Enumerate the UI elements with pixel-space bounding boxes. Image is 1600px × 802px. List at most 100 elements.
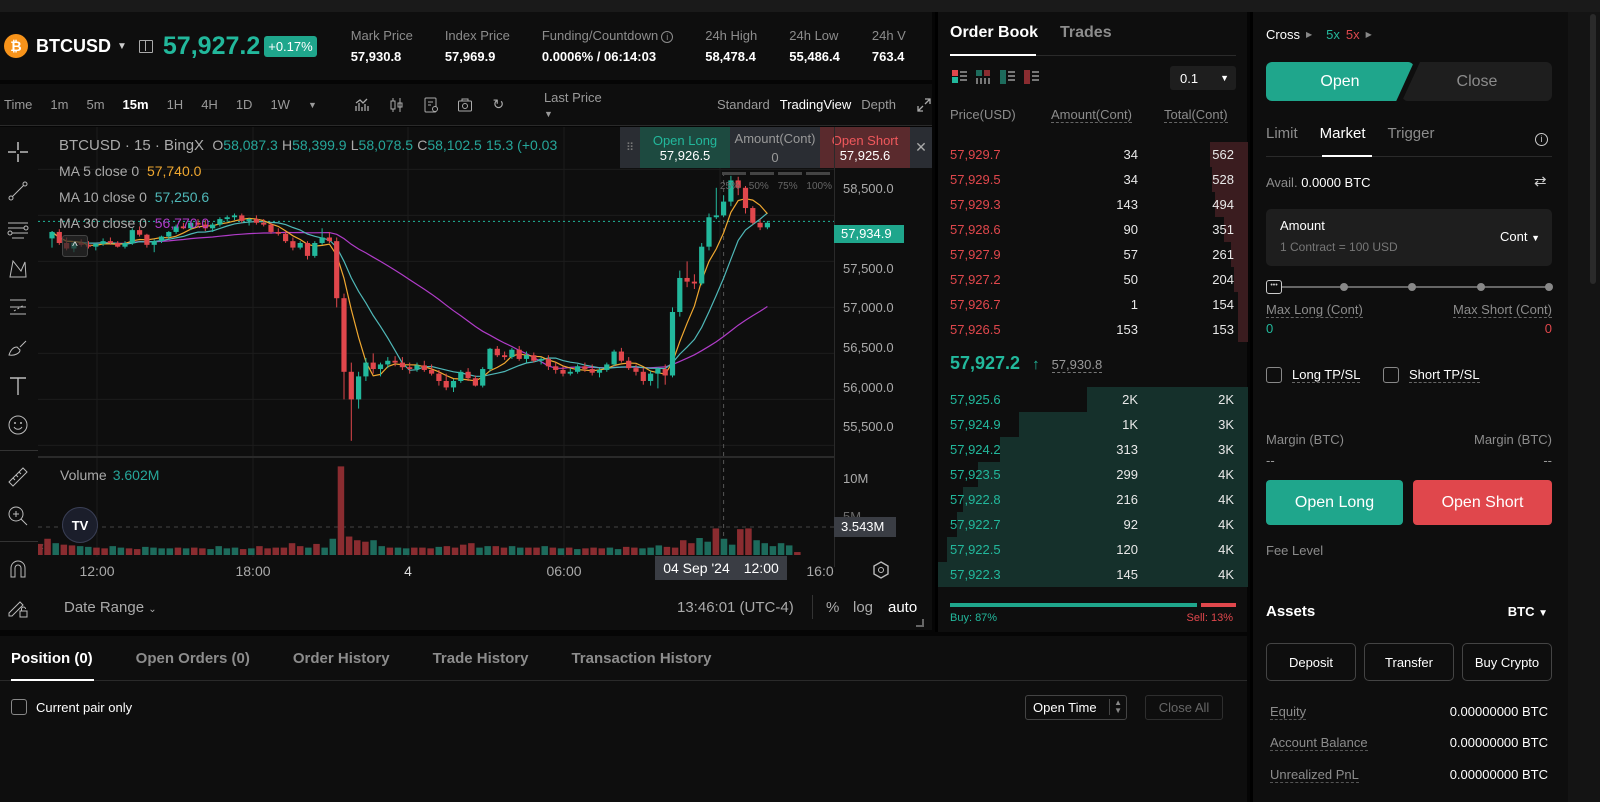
pct-bar[interactable] (806, 172, 830, 175)
transfer-swap-icon[interactable]: ⇄ (1534, 172, 1547, 190)
tab-market[interactable]: Market (1320, 125, 1366, 142)
pct-100[interactable]: 100% (806, 181, 832, 192)
book-icon[interactable] (138, 39, 153, 53)
pct-25[interactable]: 25% (720, 181, 740, 192)
tab-transaction-history[interactable]: Transaction History (571, 650, 711, 667)
amount-unit-select[interactable]: Cont ▼ (1500, 229, 1540, 244)
price-chart[interactable]: ‹ BTCUSD · 15 · BingX O58,087.3 H58,399.… (0, 127, 932, 630)
auto-scale-toggle[interactable]: auto (888, 599, 917, 616)
drag-handle-icon[interactable]: ⠿ (620, 127, 640, 168)
tab-open-orders[interactable]: Open Orders (0) (136, 650, 250, 667)
horizontal-lines-icon[interactable] (6, 218, 30, 242)
precision-select[interactable]: 0.1 ▼ (1170, 66, 1236, 90)
header-amount[interactable]: Amount(Cont) (1051, 107, 1132, 123)
pattern-icon[interactable] (6, 257, 30, 281)
open-long-button[interactable]: Open Long (1266, 480, 1403, 525)
info-icon[interactable]: i (661, 31, 674, 43)
tab-trade-history[interactable]: Trade History (433, 650, 529, 667)
date-range-select[interactable]: Date Range ⌄ (64, 599, 157, 616)
tab-trades[interactable]: Trades (1060, 24, 1112, 42)
ask-row[interactable]: 57,926.5 153 153 (938, 317, 1248, 342)
pct-bar[interactable] (750, 172, 774, 175)
resize-handle[interactable] (916, 619, 924, 627)
ask-row[interactable]: 57,929.5 34 528 (938, 167, 1248, 192)
asks-only-icon[interactable] (1024, 70, 1040, 84)
deposit-button[interactable]: Deposit (1266, 643, 1356, 681)
fullscreen-icon[interactable] (916, 97, 932, 113)
ask-row[interactable]: 57,927.2 50 204 (938, 267, 1248, 292)
bid-row[interactable]: 57,925.6 2K 2K (938, 387, 1248, 412)
timeframe-1d[interactable]: 1D (236, 97, 253, 112)
refresh-icon[interactable]: ↻ (491, 96, 506, 113)
slider-step-25[interactable] (1340, 283, 1348, 291)
bid-row[interactable]: 57,922.3 145 4K (938, 562, 1248, 587)
checkbox[interactable] (1266, 367, 1282, 383)
text-icon[interactable] (6, 374, 30, 398)
quick-open-long-button[interactable]: Open Long 57,926.5 (640, 127, 730, 168)
bid-row[interactable]: 57,922.7 92 4K (938, 512, 1248, 537)
ask-row[interactable]: 57,928.6 90 351 (938, 217, 1248, 242)
slider-thumb[interactable]: ••• (1266, 280, 1282, 294)
sort-select[interactable]: Open Time ▲ ▼ (1025, 695, 1127, 720)
lock-drawings-icon[interactable] (6, 596, 30, 620)
emoji-icon[interactable] (6, 413, 30, 437)
price-axis[interactable]: 58,500.0 57,500.0 57,000.0 56,500.0 56,0… (834, 127, 932, 567)
ask-row[interactable]: 57,926.7 1 154 (938, 292, 1248, 317)
info-icon[interactable]: i (1535, 133, 1548, 146)
symbol-selector[interactable]: BTCUSD (36, 36, 111, 57)
collapse-legend-button[interactable]: ^ (62, 235, 88, 257)
open-tab[interactable]: Open (1266, 62, 1414, 101)
timeframe-5m[interactable]: 5m (86, 97, 104, 112)
price-type-select[interactable]: Last Price ▼ (544, 90, 603, 120)
bid-row[interactable]: 57,922.5 120 4K (938, 537, 1248, 562)
timeframe-4h[interactable]: 4H (201, 97, 218, 112)
view-depth[interactable]: Depth (861, 97, 896, 112)
clock-timezone[interactable]: 13:46:01 (UTC-4) (677, 599, 794, 616)
pct-bar[interactable] (778, 172, 802, 175)
tab-order-book[interactable]: Order Book (950, 24, 1038, 42)
fee-level[interactable]: Fee Level (1266, 543, 1323, 558)
tab-position[interactable]: Position (0) (11, 650, 93, 667)
bids-only-icon[interactable] (1000, 70, 1016, 84)
ruler-icon[interactable] (6, 465, 30, 489)
buy-crypto-button[interactable]: Buy Crypto (1462, 643, 1552, 681)
close-all-button[interactable]: Close All (1145, 695, 1223, 720)
view-standard[interactable]: Standard (717, 97, 770, 112)
slider-step-50[interactable] (1408, 283, 1416, 291)
slider-step-75[interactable] (1477, 283, 1485, 291)
header-total[interactable]: Total(Cont) (1164, 107, 1228, 123)
chevron-down-icon[interactable]: ▼ (117, 41, 127, 52)
magnet-icon[interactable] (6, 557, 30, 581)
candle-type-icon[interactable] (389, 97, 405, 113)
bid-row[interactable]: 57,922.8 216 4K (938, 487, 1248, 512)
timeframe-1w[interactable]: 1W (270, 97, 290, 112)
checkbox[interactable] (11, 699, 27, 715)
timeframe-15m[interactable]: 15m (123, 97, 149, 112)
slider-step-100[interactable] (1545, 283, 1553, 291)
crosshair-icon[interactable] (6, 140, 30, 164)
tab-trigger[interactable]: Trigger (1388, 125, 1435, 142)
chart-settings-icon[interactable] (872, 561, 890, 584)
log-scale-toggle[interactable]: log (853, 599, 873, 616)
zoom-in-icon[interactable] (6, 504, 30, 528)
long-tpsl-checkbox[interactable]: Long TP/SL (1266, 367, 1361, 383)
short-tpsl-checkbox[interactable]: Short TP/SL (1383, 367, 1480, 383)
ask-row[interactable]: 57,927.9 57 261 (938, 242, 1248, 267)
margin-mode-select[interactable]: Cross (1266, 27, 1300, 42)
indicators-icon[interactable] (355, 97, 371, 113)
assets-currency-select[interactable]: BTC ▼ (1508, 604, 1548, 619)
close-tab[interactable]: Close (1402, 62, 1552, 101)
current-pair-only-checkbox[interactable]: Current pair only (11, 699, 132, 715)
more-timeframes-icon[interactable]: ▼ (308, 100, 317, 110)
ask-row[interactable]: 57,929.3 143 494 (938, 192, 1248, 217)
tab-limit[interactable]: Limit (1266, 125, 1298, 142)
bid-row[interactable]: 57,924.9 1K 3K (938, 412, 1248, 437)
pct-75[interactable]: 75% (778, 181, 798, 192)
scrollbar-thumb[interactable] (1590, 14, 1596, 284)
brush-icon[interactable] (6, 335, 30, 359)
quick-amount-input[interactable]: Amount(Cont) 0 (730, 127, 820, 168)
tab-order-history[interactable]: Order History (293, 650, 390, 667)
timeframe-1m[interactable]: 1m (50, 97, 68, 112)
amount-slider[interactable]: ••• (1266, 280, 1553, 294)
short-leverage[interactable]: 5x (1346, 27, 1360, 42)
